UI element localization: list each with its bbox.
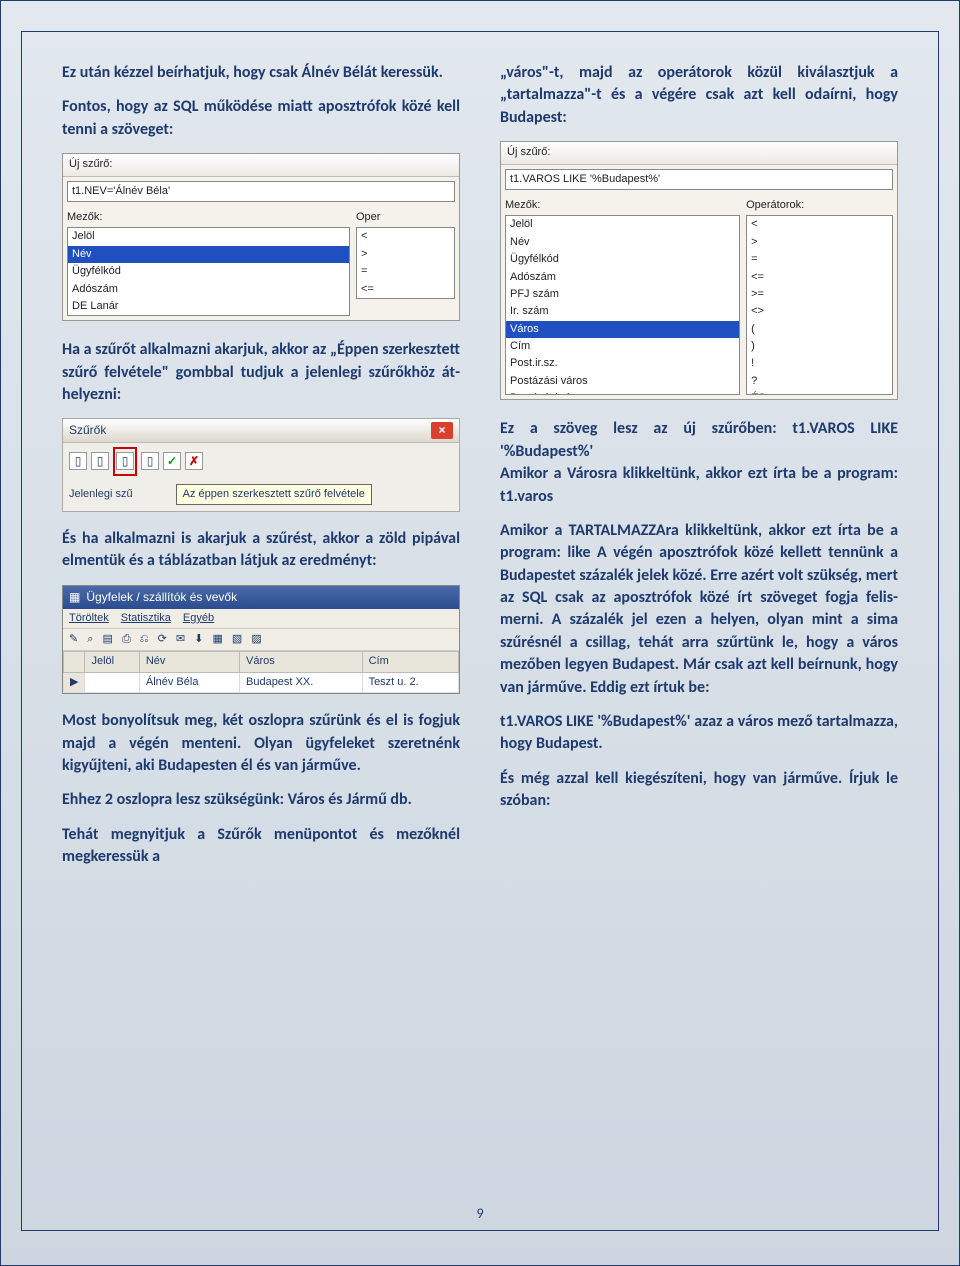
list-item[interactable]: Cím	[506, 338, 739, 355]
column-header[interactable]: Jelöl	[85, 652, 139, 672]
table-row[interactable]: ▶ Álnév BélaBudapest XX.Teszt u. 2.	[64, 672, 459, 692]
grid-header-row: JelölNévVárosCím	[64, 652, 459, 672]
toolbar-btn-2[interactable]: ▯	[91, 452, 109, 470]
list-item[interactable]: Város	[506, 321, 739, 338]
inner-frame: Ez után kézzel beírhatjuk, hogy csak Ál­…	[21, 31, 939, 1231]
list-item[interactable]: <	[357, 228, 454, 245]
cell: Budapest XX.	[240, 672, 363, 692]
shot4-ops-list[interactable]: <>=<=>=<>()!?ÉSVAGYNEMTARTALMAZZA	[746, 215, 893, 395]
page: Ez után kézzel beírhatjuk, hogy csak Ál­…	[0, 0, 960, 1266]
grid-title: Ügyfelek / szállítók és vevők	[86, 589, 237, 606]
filter-editor-shot-1: Új szűrő: t1.NEV='Álnév Béla' Mezők: Jel…	[62, 153, 460, 321]
list-item[interactable]: Adószám	[68, 281, 349, 298]
shot1-fields-list[interactable]: JelölNévÜgyfélkódAdószámDE Lanár	[67, 227, 350, 316]
list-item[interactable]: Jelöl	[506, 216, 739, 233]
shot4-fields-label: Mezők:	[505, 198, 740, 213]
shot1-input[interactable]: t1.NEV='Álnév Béla'	[67, 181, 455, 202]
list-item[interactable]: Jelöl	[68, 228, 349, 245]
list-item[interactable]: >=	[747, 286, 892, 303]
right-p3: Amikor a TARTALMAZZAra klikkeltünk, akko…	[500, 520, 898, 699]
toolbar-btn-1[interactable]: ▯	[69, 452, 87, 470]
left-p3: Ha a szűrőt alkalmazni akarjuk, akkor az…	[62, 339, 460, 406]
column-header[interactable]: Cím	[362, 652, 458, 672]
menu-item[interactable]: Egyéb	[183, 612, 214, 624]
columns: Ez után kézzel beírhatjuk, hogy csak Ál­…	[62, 62, 898, 881]
shot4-input[interactable]: t1.VAROS LIKE '%Budapest%'	[505, 169, 893, 190]
close-icon[interactable]: ×	[431, 422, 453, 439]
shot4-ops-label: Operátorok:	[746, 198, 893, 213]
left-p5: Most bonyolítsuk meg, két oszlopra szű­r…	[62, 710, 460, 777]
row-marker: ▶	[64, 672, 85, 692]
list-item[interactable]: DE Lanár	[68, 298, 349, 315]
list-item[interactable]: Név	[506, 234, 739, 251]
filter-editor-shot-2: Új szűrő: t1.VAROS LIKE '%Budapest%' Mez…	[500, 141, 898, 400]
list-item[interactable]: <=	[747, 269, 892, 286]
list-item[interactable]: Postázási cím	[506, 390, 739, 395]
cancel-icon[interactable]: ✗	[185, 452, 203, 470]
list-item[interactable]: Ügyfélkód	[68, 263, 349, 280]
shot1-label: Új szűrő:	[63, 154, 459, 176]
list-item[interactable]: Post.ir.sz.	[506, 355, 739, 372]
add-filter-button[interactable]: ▯	[116, 452, 134, 470]
right-p5: És még azzal kell kiegészíteni, hogy van…	[500, 768, 898, 813]
grid-table: JelölNévVárosCím ▶ Álnév BélaBudapest XX.…	[63, 651, 459, 693]
list-item[interactable]: Ir. szám	[506, 303, 739, 320]
left-p2: Fontos, hogy az SQL működése miatt aposz…	[62, 96, 460, 141]
grid-shot: ▦ Ügyfelek / szállítók és vevők Töröltek…	[62, 585, 460, 694]
left-column: Ez után kézzel beírhatjuk, hogy csak Ál­…	[62, 62, 460, 881]
grid-toolbar[interactable]: ✎ ⌕ ▤ ⎙ ⎌ ⟳ ✉ ⬇ ▦ ▧ ▨	[63, 629, 459, 651]
window-icon: ▦	[69, 589, 80, 606]
cell: Teszt u. 2.	[362, 672, 458, 692]
shot4-fields-list[interactable]: JelölNévÜgyfélkódAdószámPFJ számIr. szám…	[505, 215, 740, 395]
list-item[interactable]: ÉS	[747, 390, 892, 395]
left-p7: Tehát megnyitjuk a Szűrők menüpontot és …	[62, 824, 460, 869]
left-p6: Ehhez 2 oszlopra lesz szükségünk: Város …	[62, 789, 460, 811]
list-item[interactable]: Név	[68, 246, 349, 263]
column-header[interactable]: Név	[139, 652, 239, 672]
tooltip: Az éppen szerkesztett szűrő felvétele	[176, 484, 372, 505]
apply-icon[interactable]: ✓	[163, 452, 181, 470]
menu-item[interactable]: Töröltek	[69, 612, 109, 624]
column-header[interactable]: Város	[240, 652, 363, 672]
page-number: 9	[22, 1205, 938, 1222]
shot1-fields-label: Mezők:	[67, 210, 350, 225]
right-p2d: t1.varos	[500, 487, 553, 506]
list-item[interactable]: !	[747, 355, 892, 372]
right-p2a: Ez a szöveg lesz az új szűrőben:	[500, 419, 792, 438]
list-item[interactable]: <	[747, 216, 892, 233]
shot1-ops-list[interactable]: <>=<=	[356, 227, 455, 299]
list-item[interactable]: >	[357, 246, 454, 263]
right-p2c: Amikor a Városra klikkeltünk, akkor ezt …	[500, 464, 898, 483]
right-p1: „város"-t, majd az operátorok közül kivá…	[500, 62, 898, 129]
right-column: „város"-t, majd az operátorok közül kivá…	[500, 62, 898, 881]
left-p1: Ez után kézzel beírhatjuk, hogy csak Ál­…	[62, 62, 460, 84]
list-item[interactable]: (	[747, 321, 892, 338]
list-item[interactable]: <>	[747, 303, 892, 320]
right-p2: Ez a szöveg lesz az új szűrőben: t1.VARO…	[500, 418, 898, 508]
list-item[interactable]: >	[747, 234, 892, 251]
list-item[interactable]: ?	[747, 373, 892, 390]
list-item[interactable]: Adószám	[506, 269, 739, 286]
grid-menubar[interactable]: Töröltek Statisztika Egyéb	[63, 609, 459, 629]
toolbar-title: Szűrők	[69, 422, 106, 439]
list-item[interactable]: =	[357, 263, 454, 280]
menu-item[interactable]: Statisztika	[121, 612, 171, 624]
list-item[interactable]: PFJ szám	[506, 286, 739, 303]
shot4-label: Új szűrő:	[501, 142, 897, 164]
shot1-ops-label: Oper	[356, 210, 455, 225]
toolbar-shot: Szűrők × ▯ ▯ ▯ ▯ ✓ ✗ Jelenlegi szű Az ép…	[62, 418, 460, 512]
current-filter-label: Jelenlegi szű	[69, 488, 133, 500]
left-p4: És ha alkalmazni is akarjuk a szűrést, a…	[62, 528, 460, 573]
list-item[interactable]: Postázási város	[506, 373, 739, 390]
toolbar-btn-4[interactable]: ▯	[141, 452, 159, 470]
list-item[interactable]: Ügyfélkód	[506, 251, 739, 268]
list-item[interactable]: =	[747, 251, 892, 268]
list-item[interactable]: <=	[357, 281, 454, 298]
cell: Álnév Béla	[139, 672, 239, 692]
list-item[interactable]: )	[747, 338, 892, 355]
right-p4: t1.VAROS LIKE '%Budapest%' azaz a város …	[500, 711, 898, 756]
cell	[85, 672, 139, 692]
